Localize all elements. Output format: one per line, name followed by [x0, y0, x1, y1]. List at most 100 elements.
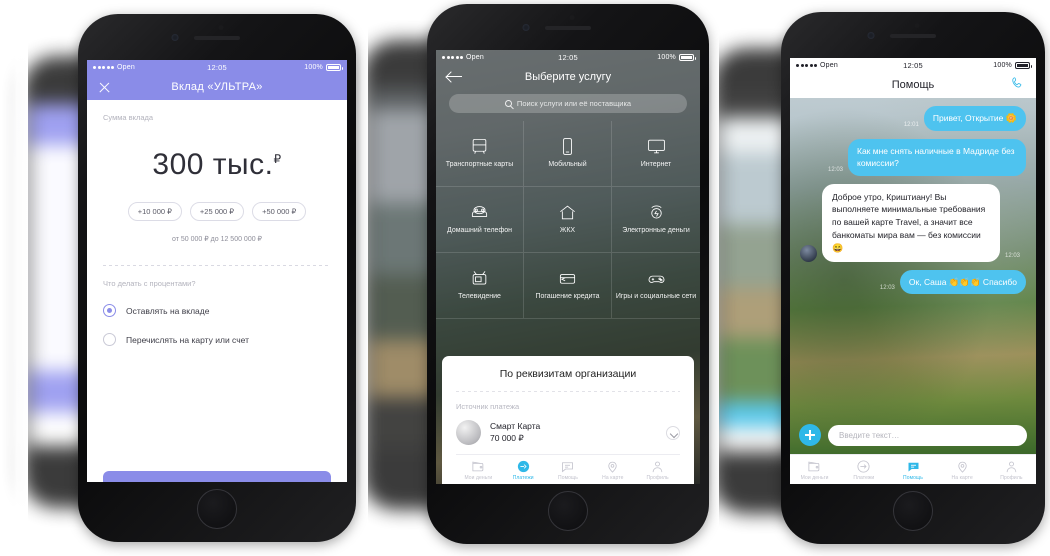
tab-profile[interactable]: Профиль — [635, 455, 680, 484]
tab-my-money[interactable]: Мои деньги — [790, 455, 839, 484]
service-games-social[interactable]: Игры и социальные сети — [612, 253, 700, 319]
services-content: Open 12:05 100% Выберите услугу Поиск ус… — [436, 50, 700, 484]
payment-source-label: Источник платежа — [456, 402, 520, 411]
chat-content: Open 12:05 100% Помощь 12:01 Привет, Отк… — [790, 58, 1036, 484]
earpiece-speaker — [194, 36, 240, 40]
status-time: 12:05 — [903, 60, 923, 70]
tab-payments[interactable]: Платежи — [839, 455, 888, 484]
chip-add-10000[interactable]: +10 000 ₽ — [127, 202, 182, 221]
phone1-screen: Open 12:05 100% Вклад «УЛЬТРА» Сумма вкл… — [87, 60, 347, 482]
phone3-bezel — [781, 12, 1045, 58]
radio-option-transfer[interactable]: Перечислять на карту или счет — [103, 333, 331, 346]
tab-help[interactable]: Помощь — [888, 455, 937, 484]
tab-profile[interactable]: Профиль — [987, 455, 1036, 484]
service-mobile[interactable]: Мобильный — [524, 121, 612, 187]
service-label: Погашение кредита — [535, 293, 600, 301]
message-input[interactable]: Введите текст… — [828, 424, 1027, 446]
home-button[interactable] — [893, 491, 933, 531]
radio-label-keep: Оставлять на вкладе — [126, 305, 210, 316]
status-bar: Open 12:05 100% — [87, 60, 347, 74]
tab-label: На карте — [951, 474, 973, 481]
close-icon[interactable] — [98, 81, 111, 94]
status-time: 12:05 — [558, 52, 578, 62]
chat-bubble-outgoing[interactable]: Привет, Открытие 🌼 — [923, 106, 1026, 132]
message-text: Привет, Открытие — [932, 113, 1006, 123]
radio-icon-selected[interactable] — [103, 304, 116, 317]
chat-composer: Введите текст… — [790, 424, 1036, 454]
service-television[interactable]: Телевидение — [436, 253, 524, 319]
payments-arrow-icon — [517, 460, 529, 472]
home-button[interactable] — [197, 489, 237, 529]
service-transport-cards[interactable]: Транспортные карты — [436, 121, 524, 187]
front-camera — [867, 32, 875, 39]
service-landline[interactable]: Домашний телефон — [436, 187, 524, 253]
service-internet[interactable]: Интернет — [612, 121, 700, 187]
message-text: Доброе утро, Криштиану! Вы выполняете ми… — [832, 191, 986, 240]
mobile-phone-icon — [563, 138, 572, 155]
person-icon — [1006, 461, 1017, 472]
chat-message-row: Доброе утро, Криштиану! Вы выполняете ми… — [800, 183, 1026, 263]
bottom-tabbar: Мои деньги Платежи Помощь На карте Профи… — [456, 454, 680, 484]
status-battery: 100% — [304, 63, 343, 71]
chat-bubble-icon — [562, 461, 574, 472]
phone1-header-area: Open 12:05 100% Вклад «УЛЬТРА» — [87, 60, 347, 100]
card-info: Смарт Карта 70 000 ₽ — [490, 421, 540, 444]
map-pin-icon — [958, 461, 967, 473]
battery-percent: 100% — [657, 53, 676, 61]
tab-label: Профиль — [1000, 474, 1023, 481]
chat-bubble-outgoing[interactable]: Как мне снять наличные в Мадриде без ком… — [848, 139, 1026, 176]
tv-icon — [472, 271, 487, 285]
tab-payments[interactable]: Платежи — [501, 455, 546, 484]
service-credit-repay[interactable]: Погашение кредита — [524, 253, 612, 319]
tab-label: Помощь — [903, 474, 923, 481]
card-name: Смарт Карта — [490, 421, 541, 431]
amount-label: Сумма вклада — [103, 113, 154, 122]
page-title: Выберите услугу — [524, 71, 612, 83]
tab-map[interactable]: На карте — [590, 455, 635, 484]
chat-message-row: 12:03 Как мне снять наличные в Мадриде б… — [800, 139, 1026, 176]
message-time: 12:03 — [879, 285, 895, 292]
chat-bubble-outgoing[interactable]: Ок, Саша 👏👏👏 Спасибо — [899, 270, 1026, 295]
amount-range-hint: от 50 000 ₽ до 12 500 000 ₽ — [172, 236, 262, 243]
divider — [103, 265, 331, 266]
tab-label: Платежи — [512, 474, 534, 481]
status-carrier: Open — [796, 62, 838, 69]
service-label: ЖКХ — [559, 227, 576, 235]
chat-messages: 12:01 Привет, Открытие 🌼 12:03 Как мне с… — [790, 98, 1036, 424]
back-arrow-icon[interactable] — [447, 71, 462, 83]
service-e-money[interactable]: Электронные деньги — [612, 187, 700, 253]
message-text: Ок, Саша 👏👏👏 Спасибо — [908, 277, 1017, 288]
service-label: Интернет — [640, 161, 672, 169]
plus-icon[interactable] — [799, 424, 821, 446]
chevron-down-icon[interactable] — [666, 425, 680, 440]
message-time: 12:03 — [827, 166, 843, 173]
tab-map[interactable]: На карте — [938, 455, 987, 484]
service-label: Мобильный — [548, 161, 587, 169]
service-utilities[interactable]: ЖКХ — [524, 187, 612, 253]
tab-help[interactable]: Помощь — [546, 455, 591, 484]
smile-emoji: 😄 — [832, 242, 844, 253]
amount-value: 300 тыс. — [152, 148, 274, 181]
chat-bubble-icon — [908, 462, 918, 471]
chat-bubble-incoming[interactable]: Доброе утро, Криштиану! Вы выполняете ми… — [822, 183, 1000, 263]
chip-add-50000[interactable]: +50 000 ₽ — [252, 202, 307, 221]
home-button[interactable] — [548, 491, 588, 531]
battery-icon — [679, 53, 696, 61]
search-icon — [504, 100, 512, 107]
avatar — [800, 245, 817, 263]
radio-option-keep[interactable]: Оставлять на вкладе — [103, 304, 331, 317]
open-deposit-button[interactable]: Открыть вклад с доходом +26 997,12 ₽ — [103, 471, 331, 482]
battery-percent: 100% — [304, 63, 323, 71]
payment-source-row[interactable]: Смарт Карта 70 000 ₽ — [456, 420, 680, 454]
search-input[interactable]: Поиск услуги или её поставщика — [449, 94, 687, 113]
phone-device-services: Open 12:05 100% Выберите услугу Поиск ус… — [425, 2, 711, 546]
deposit-amount[interactable]: 300 тыс.₽ — [103, 148, 331, 182]
deposit-form: Сумма вклада 300 тыс.₽ +10 000 ₽ +25 000… — [87, 113, 347, 482]
services-grid: Транспортные карты Мобильный Интернет До… — [436, 121, 700, 319]
phone-call-icon[interactable] — [1011, 76, 1025, 95]
radio-icon-unselected[interactable] — [103, 333, 116, 346]
battery-icon — [1015, 61, 1032, 69]
card-thumbnail — [456, 420, 481, 445]
tab-my-money[interactable]: Мои деньги — [456, 455, 501, 484]
chip-add-25000[interactable]: +25 000 ₽ — [189, 202, 245, 221]
